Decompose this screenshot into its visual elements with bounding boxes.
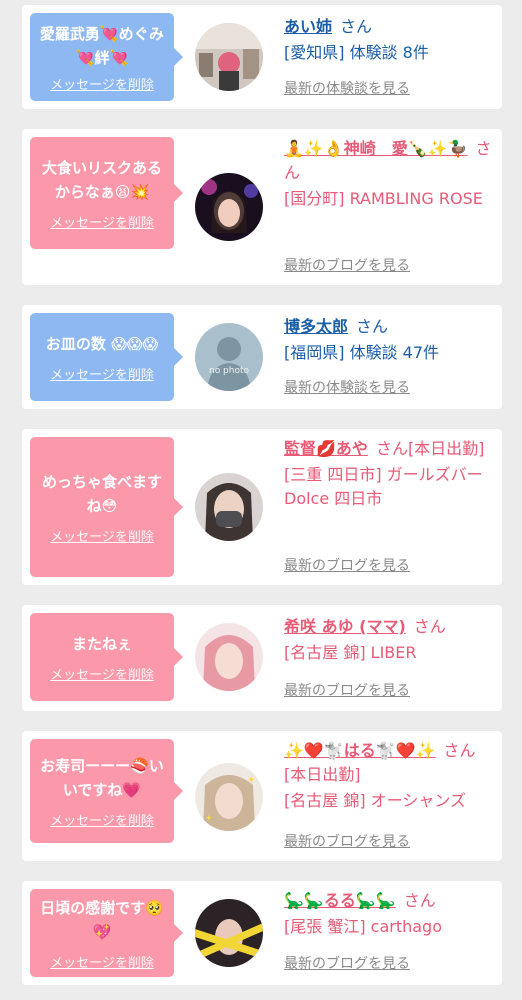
user-name-link[interactable]: 🦕🦕るる🦕🦕: [284, 891, 396, 910]
avatar[interactable]: [195, 623, 263, 691]
delete-message-link[interactable]: メッセージを削除: [50, 74, 154, 93]
message-bubble: 愛羅武勇💘めぐみ💘絆💘 メッセージを削除: [30, 13, 183, 101]
no-photo-caption: no photo: [209, 366, 250, 376]
avatar[interactable]: [195, 23, 263, 91]
honorific: さん: [403, 891, 436, 910]
user-name-link[interactable]: 博多太郎: [284, 317, 348, 336]
profile-photo-icon: [195, 23, 263, 91]
latest-blog-link[interactable]: 最新のブログを見る: [284, 555, 410, 575]
message-text: 愛羅武勇💘めぐみ💘絆💘: [39, 24, 165, 67]
honorific: さん: [356, 317, 389, 336]
message-bubble: お皿の数 😱😱😱 メッセージを削除: [30, 313, 183, 401]
delete-message-link[interactable]: メッセージを削除: [50, 526, 154, 545]
user-detail: [名古屋 錦] オーシャンズ: [284, 791, 467, 810]
delete-message-link[interactable]: メッセージを削除: [50, 952, 154, 971]
delete-message-link[interactable]: メッセージを削除: [50, 664, 154, 683]
message-card: またねぇ メッセージを削除 希咲 あゆ (ママ) さん [名古屋 錦] LIBER…: [22, 605, 502, 711]
user-detail: [三重 四日市] ガールズバー Dolce 四日市: [284, 465, 483, 508]
profile-photo-icon: [195, 623, 263, 691]
message-bubble: またねぇ メッセージを削除: [30, 613, 183, 701]
user-name-link[interactable]: 監督💋あや: [284, 439, 368, 458]
latest-reviews-link[interactable]: 最新の体験談を見る: [284, 377, 410, 397]
user-detail: [国分町] RAMBLING ROSE: [284, 189, 483, 208]
user-detail: [名古屋 錦] LIBER: [284, 643, 417, 662]
honorific: さん: [413, 617, 446, 636]
delete-message-link[interactable]: メッセージを削除: [50, 364, 154, 383]
latest-blog-link[interactable]: 最新のブログを見る: [284, 831, 410, 851]
user-name-link[interactable]: あい姉: [284, 17, 332, 36]
user-detail: [尾張 蟹江] carthago: [284, 917, 443, 936]
user-name-link[interactable]: ✨❤️🐩はる🐩❤️✨: [284, 741, 436, 760]
avatar[interactable]: [195, 899, 263, 967]
message-list: 愛羅武勇💘めぐみ💘絆💘 メッセージを削除 あい姉 さん [愛知県] 体験談 8件 …: [0, 0, 522, 985]
avatar[interactable]: [195, 173, 263, 241]
message-bubble: お寿司ーーー🍣いいですね💗 メッセージを削除: [30, 739, 183, 843]
latest-reviews-link[interactable]: 最新の体験談を見る: [284, 78, 410, 98]
no-photo-silhouette-icon: no photo: [195, 323, 263, 391]
message-card: 愛羅武勇💘めぐみ💘絆💘 メッセージを削除 あい姉 さん [愛知県] 体験談 8件 …: [22, 5, 502, 109]
latest-blog-link[interactable]: 最新のブログを見る: [284, 680, 410, 700]
profile-photo-icon: ✦ ✦: [195, 763, 263, 831]
avatar[interactable]: ✦ ✦: [195, 763, 263, 831]
message-card: 大食いリスクあるからなぁ😫💥 メッセージを削除 🧘✨👌神崎 愛🍾✨🦆 さん [国分…: [22, 129, 502, 285]
message-card: お寿司ーーー🍣いいですね💗 メッセージを削除 ✦ ✦ ✨❤️🐩はる🐩❤️✨ さん[…: [22, 731, 502, 861]
profile-photo-icon: [195, 173, 263, 241]
message-text: 日頃の感謝です🥺💖: [40, 898, 164, 941]
latest-blog-link[interactable]: 最新のブログを見る: [284, 953, 410, 973]
user-detail: [愛知県] 体験談 8件: [284, 43, 429, 62]
delete-message-link[interactable]: メッセージを削除: [50, 212, 154, 231]
honorific: さん: [340, 17, 373, 36]
profile-photo-icon: [195, 899, 263, 967]
message-text: 大食いリスクあるからなぁ😫💥: [41, 158, 162, 201]
user-name-link[interactable]: 🧘✨👌神崎 愛🍾✨🦆: [284, 139, 468, 158]
message-text: めっちゃ食べますね😳: [41, 472, 162, 515]
avatar[interactable]: [195, 473, 263, 541]
honorific: さん[本日出勤]: [375, 439, 485, 458]
delete-message-link[interactable]: メッセージを削除: [50, 810, 154, 829]
message-card: 日頃の感謝です🥺💖 メッセージを削除 🦕🦕るる🦕🦕 さん [尾張 蟹江] cart…: [22, 881, 502, 985]
avatar[interactable]: no photo: [195, 323, 263, 391]
user-name-link[interactable]: 希咲 あゆ (ママ): [284, 617, 406, 636]
latest-blog-link[interactable]: 最新のブログを見る: [284, 255, 410, 275]
user-detail: [福岡県] 体験談 47件: [284, 343, 440, 362]
message-card: お皿の数 😱😱😱 メッセージを削除 no photo 博多太郎 さん [福岡県] …: [22, 305, 502, 409]
message-bubble: 日頃の感謝です🥺💖 メッセージを削除: [30, 889, 183, 977]
star-icon: ✦: [205, 814, 213, 824]
message-bubble: めっちゃ食べますね😳 メッセージを削除: [30, 437, 183, 577]
message-text: またねぇ: [71, 634, 132, 653]
message-text: お寿司ーーー🍣いいですね💗: [40, 756, 164, 799]
message-text: お皿の数 😱😱😱: [45, 334, 159, 353]
profile-photo-icon: [195, 473, 263, 541]
message-card: めっちゃ食べますね😳 メッセージを削除 監督💋あや さん[本日出勤] [三重 四日…: [22, 429, 502, 585]
star-icon: ✦: [247, 775, 255, 786]
message-bubble: 大食いリスクあるからなぁ😫💥 メッセージを削除: [30, 137, 183, 249]
